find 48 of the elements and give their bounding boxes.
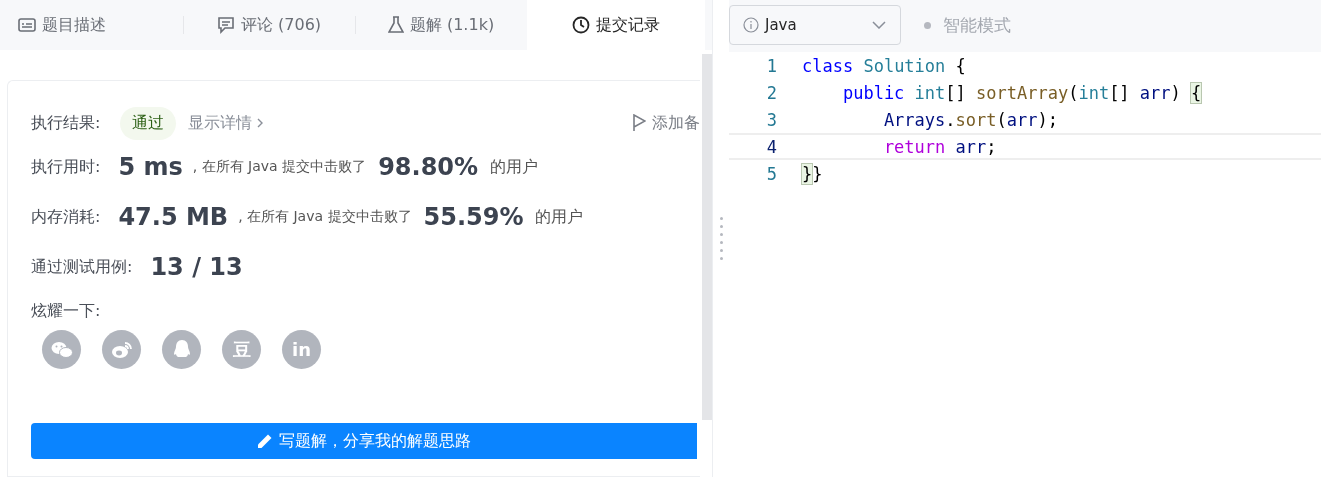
tab[interactable]: 题目描述 <box>0 0 183 50</box>
chat-bubbles-icon[interactable] <box>42 330 81 369</box>
code-line: public int[] sortArray(int[] arr) { <box>841 82 1202 103</box>
tab[interactable]: 题解 (1.1k) <box>355 0 527 50</box>
line-number: 1 <box>765 55 777 76</box>
code-line: }} <box>802 163 823 184</box>
chevron-icon <box>256 118 265 128</box>
metric-label: 执行用时: <box>31 156 101 178</box>
metric-label: 通过测试用例: <box>31 256 133 278</box>
code-line: class Solution { <box>802 55 966 76</box>
flag-icon <box>632 114 647 132</box>
share-label: 炫耀一下: <box>31 301 102 322</box>
write-solution-button[interactable]: 写题解，分享我的解题思路 <box>31 423 697 459</box>
status-dot-icon <box>924 21 931 29</box>
flask-icon <box>387 16 404 34</box>
pencil-icon <box>257 433 273 449</box>
document-icon <box>18 17 36 33</box>
details-link[interactable]: 显示详情 <box>188 112 265 134</box>
line-number: 2 <box>765 82 777 103</box>
status-badge: 通过 <box>120 106 177 140</box>
metric-text: , 在所有 Java 提交中击败了 <box>238 208 412 226</box>
chevron-down-icon <box>872 21 886 29</box>
metric-text: 的用户 <box>490 156 539 178</box>
clock-icon <box>572 16 590 34</box>
metric-value: 5 ms <box>118 153 183 181</box>
metric-text: , 在所有 Java 提交中击败了 <box>192 158 367 176</box>
result-label: 执行结果: <box>31 112 101 134</box>
metric-text: 的用户 <box>535 206 584 228</box>
percent-value: 98.80% <box>378 153 479 181</box>
comment-icon <box>216 16 235 34</box>
percent-value: 55.59% <box>423 203 524 231</box>
metric-value: 47.5 MB <box>118 203 229 231</box>
code-line: Arrays.sort(arr); <box>882 109 1058 130</box>
metric-label: 内存消耗: <box>31 206 101 228</box>
penguin-icon[interactable] <box>162 330 201 369</box>
language-select[interactable]: Java <box>729 5 901 45</box>
add-note-button[interactable]: 添加备 <box>632 112 701 134</box>
metric-value: 13 / 13 <box>150 253 243 281</box>
code-line: return arr; <box>882 136 997 157</box>
tab[interactable]: 评论 (706) <box>183 0 355 50</box>
eye-swirl-icon[interactable] <box>102 330 141 369</box>
tab[interactable]: 提交记录 <box>527 0 705 50</box>
info-icon <box>743 17 759 33</box>
line-number: 5 <box>765 163 777 184</box>
scrollbar[interactable] <box>702 54 712 420</box>
line-number: 4 <box>765 136 777 157</box>
line-number: 3 <box>765 109 777 130</box>
mode-toggle[interactable]: 智能模式 <box>943 13 1011 37</box>
